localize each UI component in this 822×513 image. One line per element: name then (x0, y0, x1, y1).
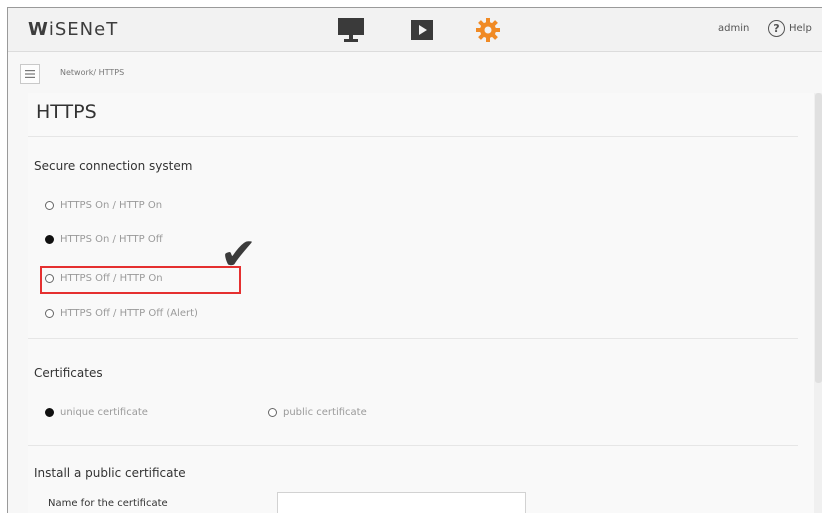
divider (28, 338, 798, 339)
radio-unique-certificate[interactable]: unique certificate (45, 407, 148, 418)
user-name[interactable]: admin (718, 23, 749, 34)
radio-label: unique certificate (60, 407, 148, 418)
radio-label: HTTPS On / HTTP On (60, 200, 163, 211)
divider (28, 136, 798, 137)
main-panel: HTTPS Secure connection system HTTPS On … (28, 93, 818, 513)
playback-icon[interactable] (406, 16, 438, 44)
radio-button-selected[interactable] (45, 408, 54, 417)
radio-https-on-http-off[interactable]: HTTPS On / HTTP Off (45, 234, 163, 245)
help-icon: ? (768, 20, 785, 37)
secure-connection-title: Secure connection system (34, 159, 193, 173)
radio-button[interactable] (268, 408, 277, 417)
radio-https-on-http-on[interactable]: HTTPS On / HTTP On (45, 200, 162, 211)
radio-https-off-http-off-alert[interactable]: HTTPS Off / HTTP Off (Alert) (45, 308, 198, 319)
checkmark-icon: ✔ (220, 229, 257, 280)
radio-public-certificate[interactable]: public certificate (268, 407, 367, 418)
breadcrumb-row: Network/ HTTPS (8, 53, 822, 93)
wisenet-logo: WiSENeT (28, 19, 119, 40)
hamburger-icon (25, 70, 35, 78)
certificate-name-label: Name for the certificate (48, 498, 168, 509)
page-title: HTTPS (36, 101, 97, 123)
certificate-name-input[interactable] (277, 492, 526, 513)
install-certificate-title: Install a public certificate (34, 466, 186, 480)
help-label: Help (789, 23, 812, 34)
monitor-icon[interactable] (335, 16, 367, 44)
radio-label: HTTPS On / HTTP Off (60, 234, 163, 245)
scrollbar[interactable] (814, 93, 822, 513)
radio-button[interactable] (45, 201, 54, 210)
browser-frame: WiSENeT admin ? Help Network/ HTTPS HTTP… (7, 7, 822, 513)
top-bar: WiSENeT admin ? Help (8, 8, 822, 52)
menu-toggle-button[interactable] (20, 64, 40, 84)
radio-button[interactable] (45, 309, 54, 318)
red-highlight-box (40, 266, 241, 294)
radio-label: HTTPS Off / HTTP Off (Alert) (60, 308, 198, 319)
radio-button-selected[interactable] (45, 235, 54, 244)
help-button[interactable]: ? Help (768, 20, 812, 37)
scrollbar-thumb[interactable] (815, 93, 822, 383)
setup-gear-icon[interactable] (472, 16, 504, 44)
certificates-title: Certificates (34, 366, 103, 380)
breadcrumb: Network/ HTTPS (60, 68, 125, 77)
radio-label: public certificate (283, 407, 367, 418)
divider (28, 445, 798, 446)
